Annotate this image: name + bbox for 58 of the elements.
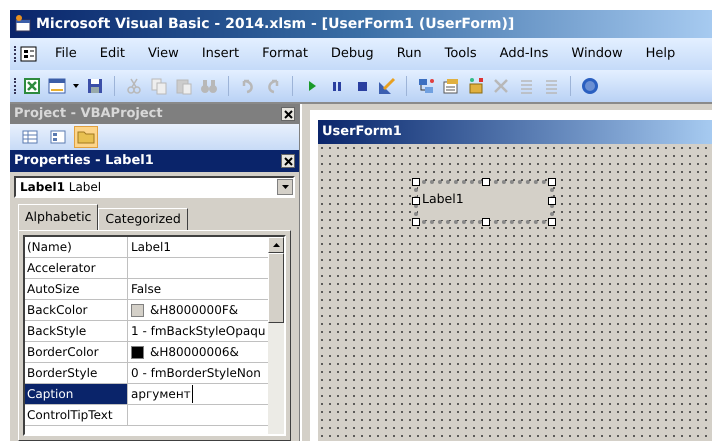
property-name[interactable]: AutoSize xyxy=(25,279,128,299)
properties-icon[interactable] xyxy=(441,76,461,96)
property-value: аргумент xyxy=(131,385,193,403)
property-name[interactable]: BackColor xyxy=(25,300,128,320)
menu-item[interactable]: Debug xyxy=(324,44,380,64)
close-icon[interactable] xyxy=(281,154,295,168)
property-name[interactable]: BorderColor xyxy=(25,342,128,362)
resize-handle[interactable] xyxy=(548,197,556,205)
spreadsheet-icon[interactable] xyxy=(22,76,42,96)
property-name[interactable]: Accelerator xyxy=(25,258,128,278)
menu-item[interactable]: Window xyxy=(565,44,629,64)
property-value: False xyxy=(131,281,162,298)
menu-item[interactable]: Run xyxy=(390,44,428,64)
property-value: &H8000000F& xyxy=(150,302,238,319)
resize-handle[interactable] xyxy=(482,178,490,186)
label-text: Label1 xyxy=(422,191,464,206)
form-icon[interactable] xyxy=(47,76,67,96)
resize-handle[interactable] xyxy=(548,178,556,186)
property-value: Label1 xyxy=(131,239,172,256)
menu-item[interactable]: Tools xyxy=(438,44,483,64)
form-icon[interactable] xyxy=(19,45,39,63)
resize-handle[interactable] xyxy=(412,178,420,186)
close-icon[interactable] xyxy=(281,107,295,121)
tab[interactable]: Categorized xyxy=(98,208,188,230)
form-title: UserForm1 xyxy=(322,123,402,142)
menu-item[interactable]: Format xyxy=(256,44,314,64)
tree-icon[interactable] xyxy=(416,76,436,96)
resize-handle[interactable] xyxy=(412,197,420,205)
window-title: Microsoft Visual Basic - 2014.xlsm - [UserForm1 (UserForm)] xyxy=(36,14,514,34)
tab[interactable]: Alphabetic xyxy=(18,204,98,230)
resize-handle[interactable] xyxy=(412,218,420,226)
resize-handle[interactable] xyxy=(482,218,490,226)
scroll-thumb[interactable] xyxy=(268,253,284,323)
resize-handle[interactable] xyxy=(548,218,556,226)
app-icon xyxy=(14,15,32,33)
panel-title: Project - VBAProject xyxy=(14,105,163,124)
property-name[interactable]: ControlTipText xyxy=(25,405,128,425)
scrollbar[interactable] xyxy=(268,237,284,434)
menu-item[interactable]: Edit xyxy=(94,44,131,64)
property-value: 1 - fmBackStyleOpaqu xyxy=(131,323,266,340)
property-name[interactable]: BorderStyle xyxy=(25,363,128,383)
ruler-pencil-icon[interactable] xyxy=(377,76,397,96)
label-control[interactable]: Label1 xyxy=(414,180,554,224)
folder-icon[interactable] xyxy=(74,126,98,148)
property-value: 0 - fmBorderStyleNon xyxy=(131,365,261,382)
property-value: &H80000006& xyxy=(150,344,239,361)
panel-title: Properties - Label1 xyxy=(14,152,154,170)
scroll-up-icon[interactable] xyxy=(268,237,284,253)
menu-item[interactable]: View xyxy=(142,44,185,64)
property-name[interactable]: BackStyle xyxy=(25,321,128,341)
object-dropdown[interactable]: Label1 Label xyxy=(14,176,295,198)
property-name[interactable]: Caption xyxy=(25,384,128,404)
menu-item[interactable]: File xyxy=(49,44,83,64)
menu-item[interactable]: Add-Ins xyxy=(494,44,554,64)
caret-icon[interactable] xyxy=(277,179,293,195)
menu-item[interactable]: Help xyxy=(640,44,682,64)
menu-item[interactable]: Insert xyxy=(196,44,246,64)
property-name[interactable]: (Name) xyxy=(25,237,128,257)
